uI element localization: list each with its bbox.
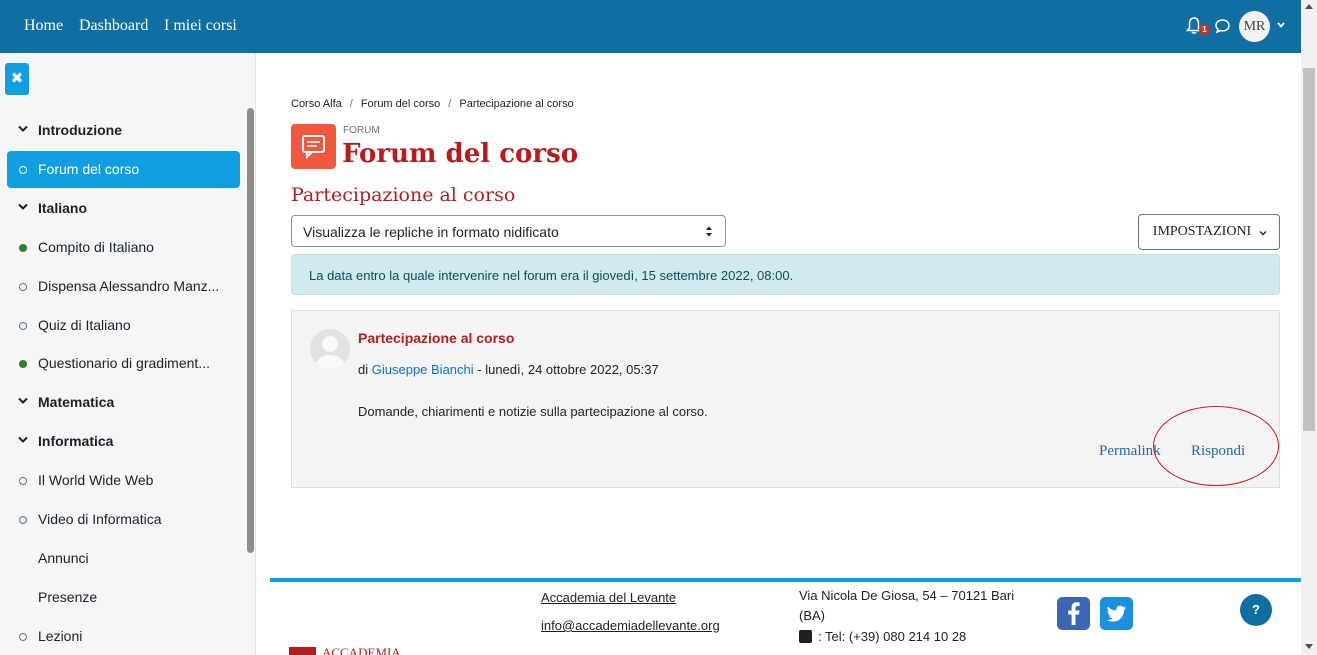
sidebar-item-label: Questionario di gradiment... [38, 355, 210, 372]
nav-home-link[interactable]: Home [24, 17, 63, 35]
discussion-title: Partecipazione al corso [291, 184, 516, 206]
sidebar-item-activity[interactable]: Annunci [7, 540, 240, 577]
completion-status-icon [19, 632, 27, 641]
forum-kicker: FORUM [343, 125, 380, 136]
scroll-down-arrow-icon[interactable] [1305, 644, 1313, 649]
sidebar-item-section[interactable]: Introduzione [7, 112, 240, 149]
notification-count-badge: 1 [1199, 24, 1210, 35]
sidebar-item-activity[interactable]: Il World Wide Web [7, 462, 240, 499]
select-arrows-icon [706, 226, 712, 237]
post-by-prefix: di [358, 362, 369, 377]
post-subject: Partecipazione al corso [358, 330, 515, 346]
sidebar-item-activity[interactable]: Presenze [7, 579, 240, 616]
display-mode-value: Visualizza le repliche in formato nidifi… [303, 224, 559, 240]
chat-bubble-icon[interactable] [1214, 18, 1231, 34]
forum-post: Partecipazione al corso di Giuseppe Bian… [291, 310, 1280, 488]
breadcrumb-forum[interactable]: Forum del corso [361, 98, 440, 110]
sidebar-item-label: Italiano [38, 199, 88, 216]
chevron-down-icon[interactable] [17, 396, 29, 406]
sidebar-item-label: Lezioni [38, 627, 83, 644]
user-avatar[interactable]: MR [1239, 11, 1270, 42]
sidebar-item-label: Forum del corso [38, 160, 140, 177]
chevron-down-icon[interactable] [17, 124, 29, 134]
completion-status-icon [19, 360, 27, 369]
help-button[interactable]: ? [1240, 594, 1272, 626]
sidebar-item-label: Compito di Italiano [38, 238, 154, 255]
footer-logo-text: ACCADEMIA [322, 646, 401, 655]
forum-activity-icon [291, 124, 336, 169]
chevron-down-icon[interactable] [17, 435, 29, 445]
sidebar-item-section[interactable]: Matematica [7, 384, 240, 421]
permalink-link[interactable]: Permalink [1099, 443, 1161, 460]
sidebar-item-label: Matematica [38, 394, 115, 411]
footer-phone-text: : Tel: (+39) 080 214 10 28 [818, 629, 967, 644]
footer-org-link[interactable]: Accademia del Levante [541, 590, 676, 605]
completion-status-icon [19, 243, 27, 252]
sidebar-item-label: Annunci [38, 549, 89, 566]
sidebar-item-section[interactable]: Italiano [7, 190, 240, 227]
alert-text: La data entro la quale intervenire nel f… [309, 268, 794, 283]
facebook-icon[interactable] [1057, 597, 1090, 630]
user-silhouette-icon [315, 336, 345, 369]
breadcrumb: Corso Alfa / Forum del corso / Partecipazion… [291, 98, 574, 110]
phone-icon [799, 630, 812, 643]
post-date: - lunedì, 24 ottobre 2022, 05:37 [473, 362, 659, 377]
settings-dropdown-button[interactable]: IMPOSTAZIONI [1138, 214, 1280, 250]
twitter-icon[interactable] [1100, 597, 1133, 630]
sidebar-item-activity[interactable]: Lezioni [7, 618, 240, 655]
completion-status-icon [19, 477, 27, 486]
post-meta: di Giuseppe Bianchi - lunedì, 24 ottobre… [358, 362, 659, 377]
chevron-down-icon[interactable] [17, 202, 29, 212]
post-body: Domande, chiarimenti e notizie sulla par… [358, 404, 708, 419]
sidebar-item-label: Informatica [38, 433, 114, 450]
nav-my-courses-link[interactable]: I miei corsi [164, 17, 237, 35]
sidebar-item-activity[interactable]: Forum del corso [7, 150, 240, 188]
sidebar-scrollbar[interactable] [247, 108, 254, 553]
sidebar-item-activity[interactable]: Dispensa Alessandro Manz... [7, 268, 240, 305]
sidebar-item-activity[interactable]: Compito di Italiano [7, 229, 240, 266]
footer-address: Via Nicola De Giosa, 54 – 70121 Bari (BA… [799, 588, 1015, 623]
breadcrumb-discussion[interactable]: Partecipazione al corso [459, 98, 573, 110]
settings-label: IMPOSTAZIONI [1152, 224, 1252, 239]
scrollbar-thumb[interactable] [1303, 68, 1315, 431]
footer-logo: ACCADEMIA [289, 644, 404, 655]
sidebar-item-label: Il World Wide Web [38, 472, 154, 489]
course-index-sidebar: ✖ Introduzione Forum del corso Italiano Com… [0, 53, 256, 655]
completion-status-icon [19, 516, 27, 524]
chevron-down-icon[interactable] [1276, 20, 1286, 30]
sidebar-item-label: Introduzione [38, 122, 122, 138]
sidebar-item-activity[interactable]: Video di Informatica [7, 501, 240, 538]
highlight-ellipse [1153, 406, 1279, 486]
author-avatar[interactable] [310, 329, 350, 369]
sidebar-item-activity[interactable]: Quiz di Italiano [7, 307, 240, 344]
sidebar-item-section[interactable]: Informatica [7, 423, 240, 460]
chevron-down-icon [1259, 231, 1267, 236]
cutoff-date-alert: La data entro la quale intervenire nel f… [291, 254, 1280, 295]
page-title: Forum del corso [342, 139, 579, 169]
footer-email-link[interactable]: info@accademiadellevante.org [541, 618, 720, 633]
sidebar-item-label: Video di Informatica [38, 511, 162, 527]
breadcrumb-course[interactable]: Corso Alfa [291, 98, 342, 110]
completion-status-icon [19, 321, 27, 330]
page-scrollbar[interactable] [1301, 0, 1317, 655]
footer-phone: : Tel: (+39) 080 214 10 28 [799, 629, 966, 644]
completion-status-icon [19, 165, 27, 174]
display-mode-select[interactable]: Visualizza le repliche in formato nidifi… [291, 215, 726, 247]
nav-dashboard-link[interactable]: Dashboard [79, 17, 148, 35]
sidebar-item-label: Quiz di Italiano [38, 316, 131, 333]
scroll-up-arrow-icon[interactable] [1305, 4, 1313, 9]
completion-status-icon [19, 282, 27, 291]
top-navbar: Home Dashboard I miei corsi 1 MR [0, 0, 1301, 53]
sidebar-item-activity[interactable]: Questionario di gradiment... [7, 345, 240, 382]
sidebar-item-label: Presenze [38, 588, 98, 605]
sidebar-item-label: Dispensa Alessandro Manz... [38, 277, 220, 294]
close-sidebar-button[interactable]: ✖ [5, 63, 29, 95]
post-author-link[interactable]: Giuseppe Bianchi [372, 362, 474, 377]
footer-divider [270, 578, 1301, 582]
